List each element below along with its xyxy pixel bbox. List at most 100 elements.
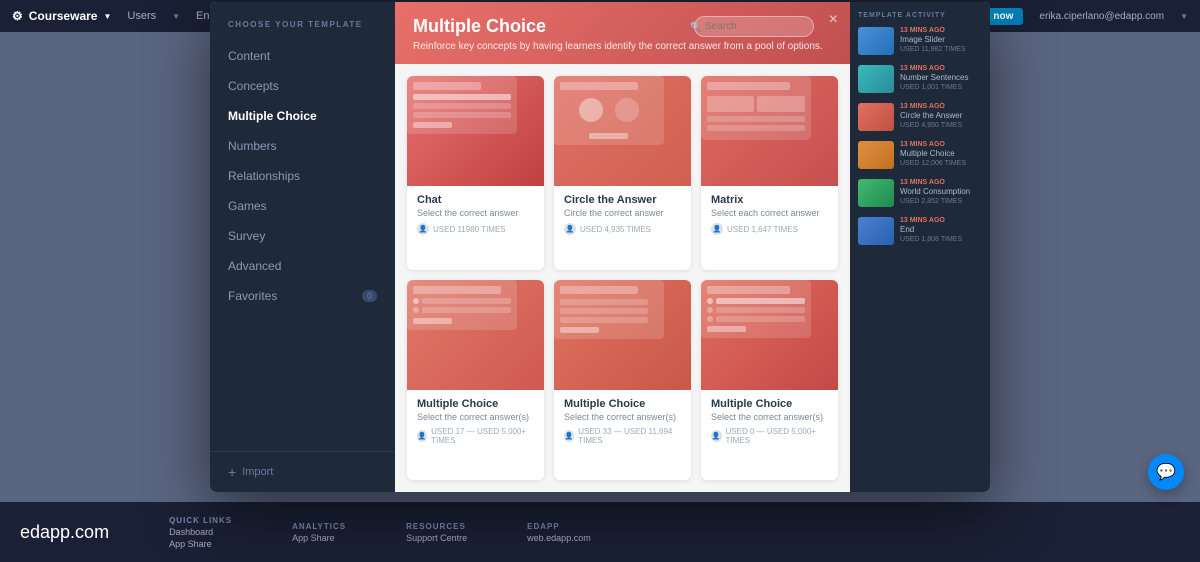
activity-name-3: Multiple Choice (900, 149, 982, 159)
card-uses-circle: USED 4,935 TIMES (580, 225, 651, 234)
activity-item-0: 13 MINS AGO Image Slider USED 11,982 TIM… (858, 27, 982, 55)
card-subtitle-mc2: Select the correct answer(s) (564, 412, 681, 422)
card-uses-mc1: USED 17 — USED 5,000+ TIMES (431, 427, 534, 445)
card-subtitle-mc3: Select the correct answer(s) (711, 412, 828, 422)
modal-description: Reinforce key concepts by having learner… (413, 41, 832, 52)
card-title-mc2: Multiple Choice (564, 398, 681, 410)
card-meta-mc2: 👤 USED 33 — USED 11,694 TIMES (564, 427, 681, 445)
activity-info-4: 13 MINS AGO World Consumption USED 2,852… (900, 179, 982, 205)
activity-info-3: 13 MINS AGO Multiple Choice USED 12,006 … (900, 141, 982, 167)
page-footer: edapp.com QUICK LINKS Dashboard App Shar… (0, 502, 1200, 562)
card-meta-mc1: 👤 USED 17 — USED 5,000+ TIMES (417, 427, 534, 445)
activity-time-1: 13 MINS AGO (900, 65, 982, 72)
activity-time-3: 13 MINS AGO (900, 141, 982, 148)
activity-item-4: 13 MINS AGO World Consumption USED 2,852… (858, 179, 982, 207)
template-card-circle[interactable]: Circle the Answer Circle the correct ans… (554, 76, 691, 270)
activity-info-5: 13 MINS AGO End USED 1,808 TIMES (900, 217, 982, 243)
card-thumbnail-matrix (701, 76, 838, 186)
sidebar-item-advanced[interactable]: Advanced (210, 251, 395, 281)
footer-link-support[interactable]: Support Centre (406, 533, 467, 543)
card-thumbnail-mc1 (407, 280, 544, 390)
close-button[interactable]: × (829, 12, 838, 28)
activity-thumb-4 (858, 179, 894, 207)
activity-info-1: 13 MINS AGO Number Sentences USED 1,001 … (900, 65, 982, 91)
modal-header: Multiple Choice Reinforce key concepts b… (395, 2, 850, 64)
brand-chevron: ▼ (103, 12, 111, 21)
favorites-badge: 0 (362, 290, 377, 302)
card-title-circle: Circle the Answer (564, 194, 681, 206)
card-uses-chat: USED 11980 TIMES (433, 225, 506, 234)
nav-brand[interactable]: ⚙ Courseware ▼ (12, 9, 111, 23)
activity-uses-0: USED 11,982 TIMES (900, 46, 982, 53)
sidebar-item-multiple-choice[interactable]: Multiple Choice (210, 101, 395, 131)
card-uses-mc2: USED 33 — USED 11,694 TIMES (578, 427, 681, 445)
meta-icon-mc2: 👤 (564, 430, 574, 442)
card-subtitle-chat: Select the correct answer (417, 208, 534, 218)
activity-uses-4: USED 2,852 TIMES (900, 198, 982, 205)
activity-time-0: 13 MINS AGO (900, 27, 982, 34)
brand-label: Courseware (29, 9, 98, 23)
card-title-mc3: Multiple Choice (711, 398, 828, 410)
activity-time-2: 13 MINS AGO (900, 103, 982, 110)
template-card-mc2[interactable]: Multiple Choice Select the correct answe… (554, 280, 691, 480)
sidebar-item-content[interactable]: Content (210, 41, 395, 71)
activity-item-5: 13 MINS AGO End USED 1,808 TIMES (858, 217, 982, 245)
card-title-chat: Chat (417, 194, 534, 206)
card-thumbnail-mc2 (554, 280, 691, 390)
card-uses-mc3: USED 0 — USED 5,000+ TIMES (726, 427, 828, 445)
template-card-mc1[interactable]: Multiple Choice Select the correct answe… (407, 280, 544, 480)
chat-support-button[interactable]: 💬 (1148, 454, 1184, 490)
sidebar-item-favorites[interactable]: Favorites 0 (210, 281, 395, 311)
activity-time-4: 13 MINS AGO (900, 179, 982, 186)
modal-overlay: CHOOSE YOUR TEMPLATE Content Concepts Mu… (0, 32, 1200, 502)
sidebar-section-label: CHOOSE YOUR TEMPLATE (210, 20, 395, 41)
modal-main-content: Multiple Choice Reinforce key concepts b… (395, 2, 850, 492)
activity-thumb-2 (858, 103, 894, 131)
card-meta-mc3: 👤 USED 0 — USED 5,000+ TIMES (711, 427, 828, 445)
search-input[interactable] (694, 16, 814, 37)
activity-uses-2: USED 4,950 TIMES (900, 122, 982, 129)
activity-name-1: Number Sentences (900, 73, 982, 83)
card-subtitle-matrix: Select each correct answer (711, 208, 828, 218)
activity-thumb-1 (858, 65, 894, 93)
footer-section-resources: RESOURCES Support Centre (406, 522, 467, 543)
plus-icon: + (228, 464, 236, 480)
activity-time-5: 13 MINS AGO (900, 217, 982, 224)
meta-icon-matrix: 👤 (711, 223, 723, 235)
card-thumbnail-mc3 (701, 280, 838, 390)
activity-info-0: 13 MINS AGO Image Slider USED 11,982 TIM… (900, 27, 982, 53)
footer-link-dashboard[interactable]: Dashboard (169, 527, 232, 537)
card-meta-circle: 👤 USED 4,935 TIMES (564, 223, 681, 235)
sidebar-item-concepts[interactable]: Concepts (210, 71, 395, 101)
sidebar-item-relationships[interactable]: Relationships (210, 161, 395, 191)
card-meta-matrix: 👤 USED 1,647 TIMES (711, 223, 828, 235)
meta-icon-circle: 👤 (564, 223, 576, 235)
template-activity-panel: TEMPLATE ACTIVITY 13 MINS AGO Image Slid… (850, 2, 990, 492)
sidebar-item-games[interactable]: Games (210, 191, 395, 221)
footer-link-appshare[interactable]: App Share (169, 539, 232, 549)
footer-title-0: QUICK LINKS (169, 516, 232, 525)
card-thumbnail-chat (407, 76, 544, 186)
activity-item-2: 13 MINS AGO Circle the Answer USED 4,950… (858, 103, 982, 131)
footer-link-web[interactable]: web.edapp.com (527, 533, 591, 543)
nav-chevron-users: ▼ (172, 12, 180, 21)
nav-users[interactable]: Users (127, 10, 156, 22)
activity-item-1: 13 MINS AGO Number Sentences USED 1,001 … (858, 65, 982, 93)
activity-panel-label: TEMPLATE ACTIVITY (858, 12, 982, 19)
sidebar-item-numbers[interactable]: Numbers (210, 131, 395, 161)
activity-uses-5: USED 1,808 TIMES (900, 236, 982, 243)
user-email: erika.ciperlano@edapp.com (1039, 11, 1164, 22)
user-chevron: ▼ (1180, 12, 1188, 21)
template-card-matrix[interactable]: Matrix Select each correct answer 👤 USED… (701, 76, 838, 270)
template-card-chat[interactable]: Chat Select the correct answer 👤 USED 11… (407, 76, 544, 270)
modal-sidebar: CHOOSE YOUR TEMPLATE Content Concepts Mu… (210, 2, 395, 492)
import-button[interactable]: + Import (210, 451, 395, 492)
activity-thumb-3 (858, 141, 894, 169)
footer-link-analytics[interactable]: App Share (292, 533, 346, 543)
activity-uses-3: USED 12,006 TIMES (900, 160, 982, 167)
footer-section-quick-links: QUICK LINKS Dashboard App Share (169, 516, 232, 549)
sidebar-item-survey[interactable]: Survey (210, 221, 395, 251)
meta-icon-mc1: 👤 (417, 430, 427, 442)
template-card-mc3[interactable]: Multiple Choice Select the correct answe… (701, 280, 838, 480)
card-title-matrix: Matrix (711, 194, 828, 206)
